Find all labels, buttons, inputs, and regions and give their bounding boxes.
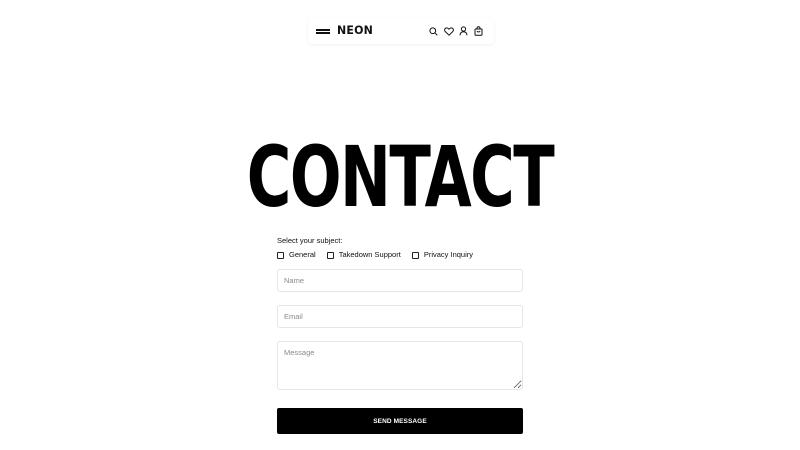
email-input[interactable]: [277, 305, 523, 328]
site-logo[interactable]: NEON: [337, 24, 373, 39]
checkbox-takedown-support[interactable]: [326, 251, 334, 259]
subject-option-label: Takedown Support: [338, 250, 401, 259]
page-title: CONTACT: [246, 129, 555, 227]
contact-page: NEON CONTACT Select your subject: Genera…: [0, 0, 800, 450]
subject-options: General Takedown Support Privacy Inquiry: [277, 250, 523, 260]
subject-option-privacy-inquiry[interactable]: Privacy Inquiry: [411, 250, 473, 260]
subject-label: Select your subject:: [277, 236, 343, 245]
subject-option-label: General: [289, 250, 316, 259]
header-actions: [428, 24, 484, 38]
site-header: NEON: [308, 18, 494, 44]
subject-option-general[interactable]: General: [277, 250, 316, 260]
name-input[interactable]: [277, 269, 523, 292]
send-message-button[interactable]: SEND MESSAGE: [277, 408, 523, 434]
message-textarea[interactable]: [277, 341, 523, 390]
subject-option-label: Privacy Inquiry: [423, 250, 473, 259]
search-icon[interactable]: [428, 24, 439, 38]
subject-option-takedown-support[interactable]: Takedown Support: [326, 250, 401, 260]
menu-icon[interactable]: [316, 26, 330, 36]
checkbox-privacy-inquiry[interactable]: [411, 251, 419, 259]
checkbox-general[interactable]: [277, 251, 284, 259]
user-icon[interactable]: [458, 24, 469, 38]
cart-icon[interactable]: [473, 24, 484, 38]
contact-form: Select your subject: General Takedown Su…: [277, 236, 523, 434]
heart-icon[interactable]: [443, 24, 454, 38]
